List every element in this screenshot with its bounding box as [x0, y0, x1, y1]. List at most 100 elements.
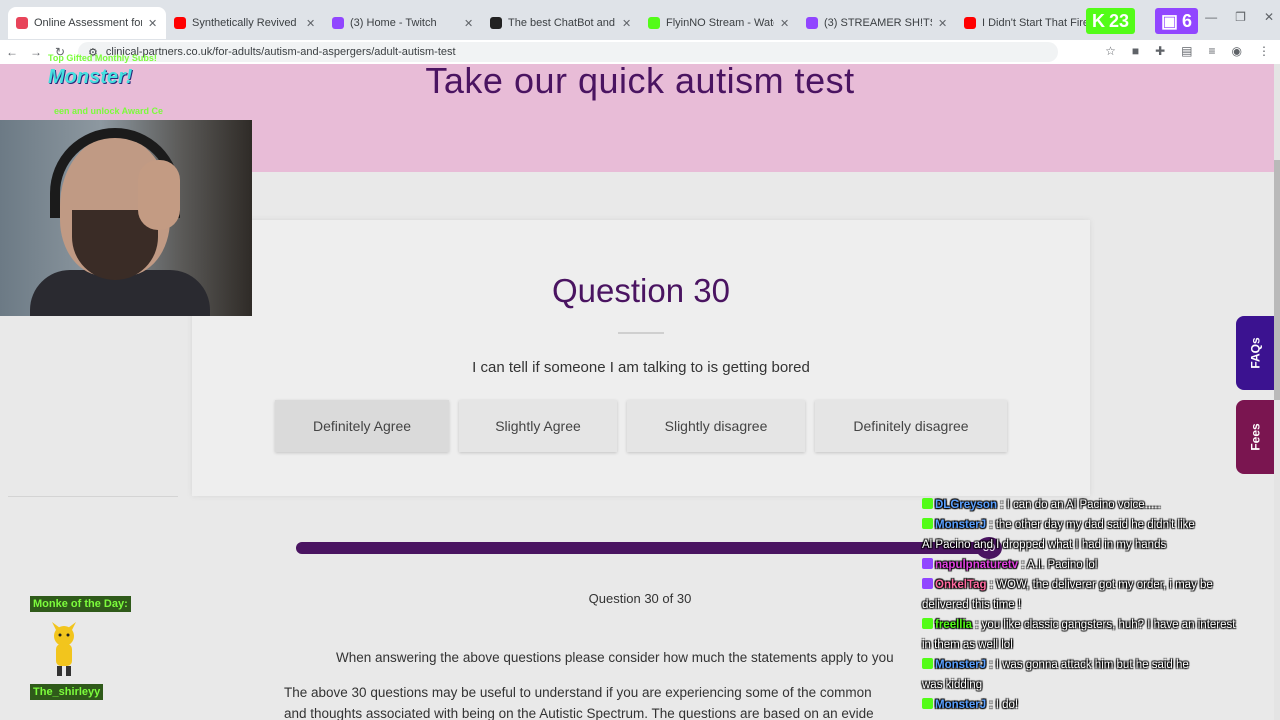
- chat-username: MonsterJ: [935, 519, 987, 531]
- profile-icon[interactable]: ◉: [1232, 44, 1242, 58]
- restore-icon[interactable]: ❐: [1235, 10, 1246, 24]
- chat-text: I was gonna attack him but he said he: [995, 659, 1189, 671]
- close-tab-icon[interactable]: ✕: [938, 17, 948, 30]
- browser-tab[interactable]: (3) Home - Twitch ✕: [324, 7, 482, 39]
- chat-text: I can do an Al Pacino voice.....: [1006, 499, 1161, 511]
- clinical-partners-icon: [16, 17, 28, 29]
- chat-message: OnkelTag : WOW, the deliverer got my ord…: [920, 575, 1276, 595]
- browser-tab[interactable]: Synthetically Revived - Yo ✕: [166, 7, 324, 39]
- chat-message: freellia : you like classic gangsters, h…: [920, 615, 1276, 635]
- close-tab-icon[interactable]: ✕: [622, 17, 632, 30]
- chat-message: delivered this time !: [920, 595, 1276, 615]
- puzzle-icon[interactable]: ✚: [1155, 44, 1165, 58]
- kick-viewer-badge: K 23: [1086, 8, 1136, 34]
- chat-text: Al Pacino and I dropped what I had in my…: [922, 539, 1167, 551]
- browser-tab-title: I Didn't Start That Fire: [982, 17, 1090, 29]
- close-tab-icon[interactable]: ✕: [780, 17, 790, 30]
- browser-tab-title: The best ChatBot and Wi: [508, 17, 616, 29]
- chat-separator: :: [997, 499, 1007, 511]
- address-url: clinical-partners.co.uk/for-adults/autis…: [105, 46, 456, 58]
- window-controls: — ❐ ✕: [1205, 10, 1274, 24]
- fees-label: Fees: [1248, 423, 1263, 451]
- chat-text: in them as well lol: [922, 639, 1013, 651]
- twitch-icon: [922, 558, 933, 569]
- fees-tab[interactable]: Fees: [1236, 400, 1276, 474]
- browser-tab-title: Synthetically Revived - Yo: [192, 17, 300, 29]
- chat-username: freellia: [935, 619, 973, 631]
- chat-separator: :: [986, 699, 996, 711]
- browser-tab-title: (3) STREAMER SH!TS HIM: [824, 17, 932, 29]
- twitch-viewer-badge: ▣ 6: [1155, 8, 1199, 34]
- kick-icon: [922, 518, 933, 529]
- twitch-icon: ▣: [1161, 10, 1179, 31]
- back-arrow-icon[interactable]: ←: [0, 45, 24, 59]
- answer-slightly-agree[interactable]: Slightly Agree: [459, 400, 617, 452]
- faqs-label: FAQs: [1249, 337, 1263, 369]
- hero-title: Take our quick autism test: [425, 60, 855, 101]
- chat-username: MonsterJ: [935, 659, 987, 671]
- stream-chat: DLGreyson : I can do an Al Pacino voice.…: [920, 495, 1276, 715]
- chat-username: napulpnaturetv: [935, 559, 1019, 571]
- chat-message: MonsterJ : the other day my dad said he …: [920, 515, 1276, 535]
- question-card: Question 30 I can tell if someone I am t…: [192, 220, 1090, 496]
- chat-separator: :: [972, 619, 982, 631]
- bookmark-star-icon[interactable]: ☆: [1105, 44, 1116, 58]
- close-tab-icon[interactable]: ✕: [464, 17, 474, 30]
- twitch-icon: [806, 17, 818, 29]
- media-icon[interactable]: ≡: [1209, 44, 1216, 58]
- minimize-icon[interactable]: —: [1205, 10, 1217, 24]
- left-divider: [8, 496, 178, 497]
- chat-message: napulpnaturetv : A.I. Pacino lol: [920, 555, 1276, 575]
- description-line-1: The above 30 questions may be useful to …: [284, 685, 872, 700]
- heading-divider: [618, 332, 664, 334]
- kick-icon: [922, 618, 933, 629]
- browser-tab[interactable]: FlyinNO Stream - Watch ✕: [640, 7, 798, 39]
- progress-fill: [296, 542, 988, 554]
- answer-definitely-disagree[interactable]: Definitely disagree: [815, 400, 1007, 452]
- side-panel-icon[interactable]: ▤: [1181, 44, 1192, 58]
- chat-username: OnkelTag: [935, 579, 987, 591]
- question-heading: Question 30: [552, 272, 730, 309]
- menu-icon[interactable]: ⋮: [1258, 44, 1270, 58]
- faqs-tab[interactable]: FAQs: [1236, 316, 1276, 390]
- chat-text: the other day my dad said he didn't like: [995, 519, 1195, 531]
- kick-icon: [922, 498, 933, 509]
- monke-of-day-label: Monke of the Day:: [30, 596, 131, 612]
- description-line-2: and thoughts associated with being on th…: [284, 706, 874, 720]
- browser-tab-title: (3) Home - Twitch: [350, 17, 437, 29]
- close-tab-icon[interactable]: ✕: [148, 17, 158, 30]
- kick-icon: [648, 17, 660, 29]
- kick-icon: K: [1092, 10, 1105, 31]
- chat-message: MonsterJ : I do!: [920, 695, 1276, 715]
- chat-text: you like classic gangsters, huh? I have …: [981, 619, 1236, 631]
- chat-username: MonsterJ: [935, 699, 987, 711]
- browser-tab-title: FlyinNO Stream - Watch: [666, 17, 774, 29]
- chat-separator: :: [986, 519, 996, 531]
- close-window-icon[interactable]: ✕: [1264, 10, 1274, 24]
- chat-separator: :: [986, 659, 996, 671]
- chat-message: MonsterJ : I was gonna attack him but he…: [920, 655, 1276, 675]
- extension-icon[interactable]: ■: [1132, 44, 1139, 58]
- chat-message: in them as well lol: [920, 635, 1276, 655]
- close-tab-icon[interactable]: ✕: [306, 17, 316, 30]
- chat-separator: :: [986, 579, 997, 591]
- answer-slightly-disagree[interactable]: Slightly disagree: [627, 400, 805, 452]
- browser-tab[interactable]: The best ChatBot and Wi ✕: [482, 7, 640, 39]
- monke-of-day-name: The_shirleyy: [30, 684, 104, 700]
- webcam-feed: [0, 120, 252, 316]
- chat-message: DLGreyson : I can do an Al Pacino voice.…: [920, 495, 1276, 515]
- twitch-icon: [922, 578, 933, 589]
- chat-text: A.I. Pacino lol: [1027, 559, 1098, 571]
- scrollbar-thumb[interactable]: [1274, 160, 1280, 400]
- chat-text: WOW, the deliverer got my order, i may b…: [996, 579, 1213, 591]
- browser-tab[interactable]: (3) STREAMER SH!TS HIM ✕: [798, 7, 956, 39]
- twitch-icon: [332, 17, 344, 29]
- address-bar[interactable]: ⚙ clinical-partners.co.uk/for-adults/aut…: [78, 42, 1058, 62]
- browser-tab[interactable]: Online Assessment for Ad ✕: [8, 7, 166, 39]
- instructions-text: When answering the above questions pleas…: [336, 650, 894, 665]
- webcam-person-hand: [138, 160, 180, 230]
- browser-tab-title: Online Assessment for Ad: [34, 17, 142, 29]
- question-text: I can tell if someone I am talking to is…: [472, 359, 810, 376]
- forward-arrow-icon[interactable]: →: [24, 45, 48, 59]
- answer-definitely-agree[interactable]: Definitely Agree: [275, 400, 449, 452]
